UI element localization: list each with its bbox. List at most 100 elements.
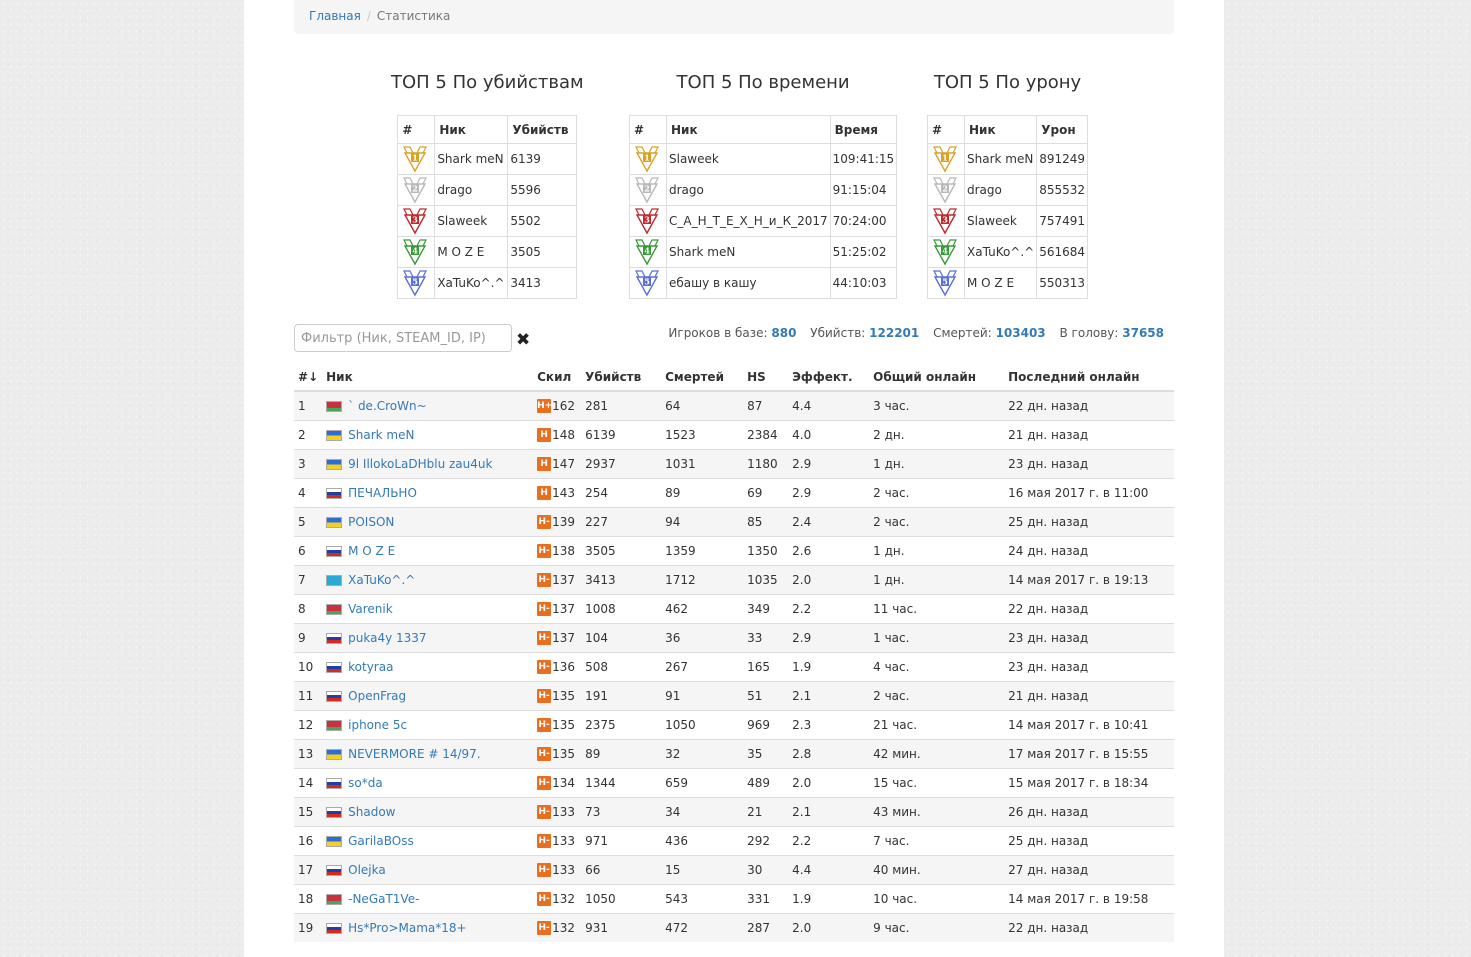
table-row[interactable]: 14 so*da H- 134 1344 659 489 2.0 15 час. 15 мая 2… xyxy=(294,768,1174,798)
player-link[interactable]: GarilaBOss xyxy=(348,834,414,848)
player-link[interactable]: iphone 5c xyxy=(348,718,407,732)
deaths-cell: 1359 xyxy=(661,536,744,566)
flag-ru-icon xyxy=(326,633,343,644)
skill-value: 148 xyxy=(552,427,576,442)
table-row[interactable]: 10 kotyraa H- 136 508 267 165 1.9 4 час. 23 дн. н… xyxy=(294,652,1174,682)
table-row[interactable]: 9 puka4y 1337 H- 137 104 36 33 2.9 1 час. 23 дн. … xyxy=(294,623,1174,653)
player-link[interactable]: M O Z E xyxy=(348,544,395,558)
table-row[interactable]: 5 POISON H- 139 227 94 85 2.4 2 час. 25 дн. назад xyxy=(294,507,1174,537)
skill-cell: H- 137 xyxy=(533,565,582,595)
medal-3-icon: 3 xyxy=(933,208,957,235)
player-link[interactable]: NEVERMORE # 14/97. xyxy=(348,747,481,761)
player-link[interactable]: Hs*Pro>Mama*18+ xyxy=(348,921,466,935)
medal-2-icon: 2 xyxy=(635,177,659,204)
nick-cell: Hs*Pro>Mama*18+ xyxy=(322,913,534,942)
flag-ua-icon xyxy=(326,749,343,760)
table-row[interactable]: 19 Hs*Pro>Mama*18+ H- 132 931 472 287 2.0 9 час.… xyxy=(294,913,1174,942)
top-damage-row: 2 drago 855532 xyxy=(927,174,1089,206)
value-cell: 44:10:03 xyxy=(829,267,898,299)
player-link[interactable]: Varenik xyxy=(348,602,393,616)
player-link[interactable]: puka4y 1337 xyxy=(348,631,426,645)
player-link[interactable]: ` de.CroWn~ xyxy=(348,399,427,413)
svg-text:1: 1 xyxy=(413,153,419,163)
last-online-cell: 21 дн. назад xyxy=(1004,420,1174,450)
top-time-table: # Ник Время 1 Slaweek 109:41:15 2 drago 91:15… xyxy=(629,115,898,299)
eff-cell: 2.8 xyxy=(788,739,870,769)
kills-cell: 2937 xyxy=(581,449,662,479)
sort-arrow-icon[interactable]: ↓ xyxy=(308,370,318,384)
skill-value: 137 xyxy=(552,601,576,616)
table-row[interactable]: 18 -NeGaT1Ve- H- 132 1050 543 331 1.9 10 час. 14 … xyxy=(294,884,1174,914)
hs-cell: 85 xyxy=(743,507,789,537)
deaths-cell: 472 xyxy=(661,913,744,942)
breadcrumb: Главная / Статистика xyxy=(294,0,1174,34)
column-skill-header[interactable]: Скил xyxy=(533,364,582,392)
rank-cell: 5 xyxy=(927,267,965,299)
medal-4-icon: 4 xyxy=(403,239,428,266)
table-row[interactable]: 17 Olejka H- 133 66 15 30 4.4 40 мин. 27 дн. наза… xyxy=(294,855,1174,885)
online-cell: 2 час. xyxy=(869,507,1005,537)
filter-group: ✖ xyxy=(294,324,530,352)
last-online-cell: 23 дн. назад xyxy=(1004,652,1174,682)
table-row[interactable]: 11 OpenFrag H- 135 191 91 51 2.1 2 час. 21 дн. на… xyxy=(294,681,1174,711)
player-link[interactable]: ПЕЧАЛЬНО xyxy=(348,486,417,500)
svg-text:5: 5 xyxy=(644,277,650,287)
player-link[interactable]: 9l IllokoLaDHblu zau4uk xyxy=(348,457,492,471)
last-online-cell: 23 дн. назад xyxy=(1004,449,1174,479)
column-online-header[interactable]: Общий онлайн xyxy=(869,364,1005,392)
eff-cell: 2.0 xyxy=(788,768,870,798)
skill-value: 136 xyxy=(552,659,576,674)
player-link[interactable]: Shark meN xyxy=(348,428,414,442)
top-kills-row: 1 Shark meN 6139 xyxy=(397,143,578,175)
last-online-cell: 14 мая 2017 г. в 19:58 xyxy=(1004,884,1174,914)
table-row[interactable]: 3 9l IllokoLaDHblu zau4uk H 147 2937 1031 1180… xyxy=(294,449,1174,479)
online-cell: 9 час. xyxy=(869,913,1005,942)
eff-cell: 2.3 xyxy=(788,710,870,740)
medal-2-icon: 2 xyxy=(933,177,957,204)
table-row[interactable]: 16 GarilaBOss H- 133 971 436 292 2.2 7 час. 25 дн… xyxy=(294,826,1174,856)
nick-cell: Shark meN xyxy=(666,236,831,268)
player-link[interactable]: XaTuKo^.^ xyxy=(348,573,415,587)
close-icon[interactable]: ✖ xyxy=(516,330,530,350)
column-hs-header[interactable]: HS xyxy=(743,364,789,392)
column-rank-header[interactable]: #↓ xyxy=(294,364,323,392)
nick-cell: drago xyxy=(434,174,509,206)
player-link[interactable]: OpenFrag xyxy=(348,689,406,703)
player-link[interactable]: kotyraa xyxy=(348,660,393,674)
stat-deaths-value: 103403 xyxy=(995,326,1046,340)
column-last-header[interactable]: Последний онлайн xyxy=(1004,364,1174,392)
svg-text:3: 3 xyxy=(644,215,650,225)
top-kills-title: ТОП 5 По убийствам xyxy=(391,72,584,93)
breadcrumb-home-link[interactable]: Главная xyxy=(309,9,361,23)
skill-cell: H- 133 xyxy=(533,797,582,827)
table-row[interactable]: 1 ` de.CroWn~ H+162 281 64 87 4.4 3 час. 22 дн. … xyxy=(294,390,1174,421)
player-link[interactable]: -NeGaT1Ve- xyxy=(348,892,419,906)
nick-cell: Shadow xyxy=(322,797,534,827)
filter-input[interactable] xyxy=(294,324,512,352)
player-link[interactable]: Olejka xyxy=(348,863,386,877)
column-kills-header[interactable]: Убийств xyxy=(581,364,662,392)
table-row[interactable]: 7 XaTuKo^.^ H- 137 3413 1712 1035 2.0 1 дн. 14 ма… xyxy=(294,565,1174,595)
table-row[interactable]: 13 NEVERMORE # 14/97. H- 135 89 32 35 2.8 42 мин… xyxy=(294,739,1174,769)
value-cell: 855532 xyxy=(1036,174,1089,206)
column-eff-header[interactable]: Эффект. xyxy=(788,364,870,392)
player-link[interactable]: POISON xyxy=(348,515,394,529)
table-row[interactable]: 15 Shadow H- 133 73 34 21 2.1 43 мин. 26 дн. наза… xyxy=(294,797,1174,827)
svg-text:1: 1 xyxy=(644,153,650,163)
value-cell: 891249 xyxy=(1036,143,1089,175)
flag-ru-icon xyxy=(326,488,343,499)
player-link[interactable]: so*da xyxy=(348,776,383,790)
table-row[interactable]: 12 iphone 5c H- 135 2375 1050 969 2.3 21 час. 14 … xyxy=(294,710,1174,740)
table-row[interactable]: 8 Varenik H- 137 1008 462 349 2.2 11 час. 22 дн. … xyxy=(294,594,1174,624)
nick-cell: drago xyxy=(963,174,1038,206)
table-row[interactable]: 4 ПЕЧАЛЬНО H 143 254 89 69 2.9 2 час. 16 мая 2017… xyxy=(294,478,1174,508)
column-deaths-header[interactable]: Смертей xyxy=(661,364,744,392)
flag-ua-icon xyxy=(326,459,343,470)
kills-cell: 508 xyxy=(581,652,662,682)
player-link[interactable]: Shadow xyxy=(348,805,395,819)
column-nick-header[interactable]: Ник xyxy=(322,364,534,392)
table-row[interactable]: 6M O Z E H- 138 3505 1359 1350 2.6 1 дн. 24 дн. … xyxy=(294,536,1174,566)
skill-rank-icon: H- xyxy=(537,834,552,849)
hs-cell: 349 xyxy=(743,594,789,624)
table-row[interactable]: 2 Shark meN H 148 6139 1523 2384 4.0 2 дн. 21 дн.… xyxy=(294,420,1174,450)
